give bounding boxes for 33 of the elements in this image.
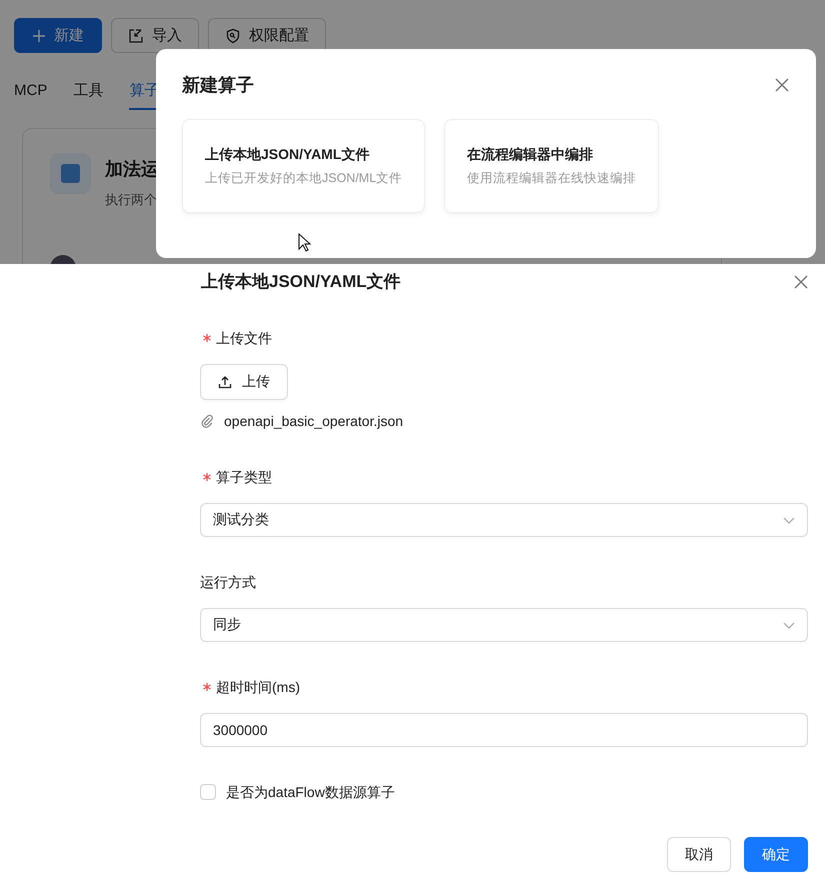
checkbox-label: 是否为dataFlow数据源算子	[226, 783, 395, 802]
option-title: 在流程编辑器中编排	[467, 146, 594, 164]
close-icon[interactable]	[793, 274, 809, 290]
dialog-title: 新建算子	[182, 74, 254, 97]
dialog-button[interactable]: 确定	[744, 837, 808, 872]
select-field[interactable]: 同步	[200, 608, 808, 642]
tab[interactable]: 工具	[73, 75, 104, 110]
select-field[interactable]: 测试分类	[200, 503, 808, 537]
upload-button[interactable]: 上传	[200, 364, 288, 400]
tab[interactable]: MCP	[14, 75, 48, 110]
option-description: 使用流程编辑器在线快速编排	[467, 170, 636, 187]
form-title: 上传本地JSON/YAML文件	[200, 271, 401, 293]
option-card[interactable]: 上传本地JSON/YAML文件 上传已开发好的本地JSON/ML文件	[182, 119, 426, 213]
file-name[interactable]: openapi_basic_operator.json	[224, 410, 404, 432]
field-label: 上传文件	[216, 329, 272, 348]
card-description: 执行两个	[105, 191, 158, 209]
dialog-button[interactable]: 取消	[667, 837, 731, 872]
option-card[interactable]: 在流程编辑器中编排 使用流程编辑器在线快速编排	[444, 119, 660, 213]
field-label: 超时时间(ms)	[216, 678, 300, 697]
option-title: 上传本地JSON/YAML文件	[205, 146, 370, 164]
upload-icon	[218, 375, 232, 389]
plus-icon	[32, 28, 46, 42]
field-label: 算子类型	[216, 468, 272, 487]
input-field[interactable]: 3000000	[200, 713, 808, 747]
cursor-icon	[298, 233, 312, 253]
close-icon[interactable]	[774, 77, 790, 93]
paperclip-icon	[200, 414, 214, 428]
shield-icon	[225, 28, 241, 44]
field-label: 运行方式	[200, 573, 256, 592]
option-description: 上传已开发好的本地JSON/ML文件	[205, 170, 402, 187]
toolbar-button[interactable]: 导入	[111, 18, 199, 53]
checkbox[interactable]	[200, 784, 216, 800]
import-icon	[128, 28, 144, 44]
